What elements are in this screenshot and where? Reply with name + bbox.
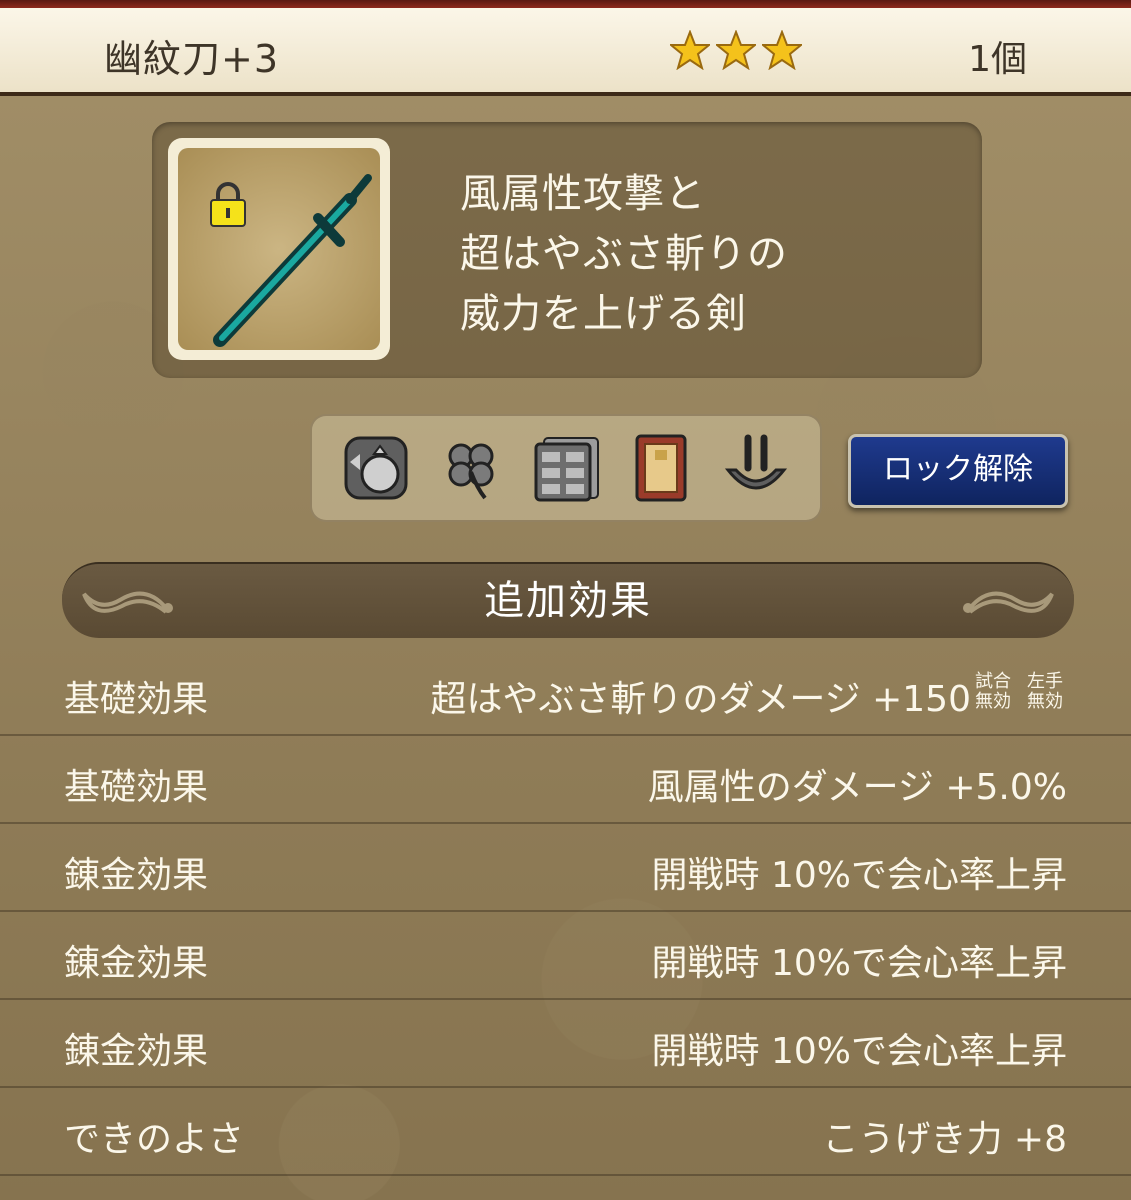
effect-value: 開戦時 10%で会心率上昇: [651, 1031, 1067, 1072]
top-frame: [0, 0, 1131, 8]
book-icon[interactable]: [625, 432, 697, 504]
item-count: 1個: [968, 39, 1027, 80]
effect-label: 基礎効果: [64, 679, 209, 720]
star-icon: [762, 30, 802, 70]
clover-icon[interactable]: [435, 432, 507, 504]
section-title: 追加効果: [484, 578, 652, 624]
item-header: 幽紋刀+3 1個: [0, 8, 1131, 96]
lock-icon: [210, 182, 246, 227]
recycle-bag-icon[interactable]: [340, 432, 412, 504]
effect-value: 開戦時 10%で会心率上昇: [651, 943, 1067, 984]
effect-row: 錬金効果 開戦時 10%で会心率上昇: [0, 912, 1131, 1000]
effect-row: 錬金効果 開戦時 10%で会心率上昇: [0, 824, 1131, 912]
storage-drawer-icon[interactable]: [530, 432, 602, 504]
effect-value: 風属性のダメージ +5.0%: [647, 767, 1067, 808]
effect-label: できのよさ: [64, 1119, 245, 1160]
item-icon-background: [178, 148, 380, 350]
effect-value: 超はやぶさ斬りのダメージ +150: [430, 679, 971, 720]
item-description: 風属性攻撃と 超はやぶさ斬りの 威力を上げる剣: [460, 171, 788, 337]
effect-row: 基礎効果 風属性のダメージ +5.0%: [0, 736, 1131, 824]
section-header: 追加効果: [62, 562, 1074, 638]
flourish-right-icon: [963, 591, 1054, 614]
effect-value: こうげき力 +8: [822, 1119, 1067, 1160]
effects-list: 基礎効果 超はやぶさ斬りのダメージ +150 試合 無効 左手 無効 基礎効果 …: [0, 648, 1131, 1176]
effect-label: 錬金効果: [64, 855, 209, 896]
effect-row: 錬金効果 開戦時 10%で会心率上昇: [0, 1000, 1131, 1088]
tongs-icon[interactable]: [720, 432, 792, 504]
effect-label: 錬金効果: [64, 1031, 209, 1072]
star-icon: [716, 30, 756, 70]
effect-label: 錬金効果: [64, 943, 209, 984]
match-invalid-note: 試合 無効: [975, 671, 1011, 712]
unlock-button[interactable]: ロック解除: [848, 434, 1068, 508]
item-icon-frame: [168, 138, 390, 360]
effect-row: できのよさ こうげき力 +8: [0, 1088, 1131, 1176]
rarity-stars: [670, 30, 802, 70]
action-icon-tray: [310, 414, 822, 522]
effect-value: 開戦時 10%で会心率上昇: [651, 855, 1067, 896]
left-hand-invalid-note: 左手 無効: [1027, 671, 1063, 712]
effect-notes: 試合 無効 左手 無効: [971, 672, 1067, 712]
effect-label: 基礎効果: [64, 767, 209, 808]
item-name: 幽紋刀+3: [104, 37, 280, 81]
star-icon: [670, 30, 710, 70]
effect-row: 基礎効果 超はやぶさ斬りのダメージ +150 試合 無効 左手 無効: [0, 648, 1131, 736]
